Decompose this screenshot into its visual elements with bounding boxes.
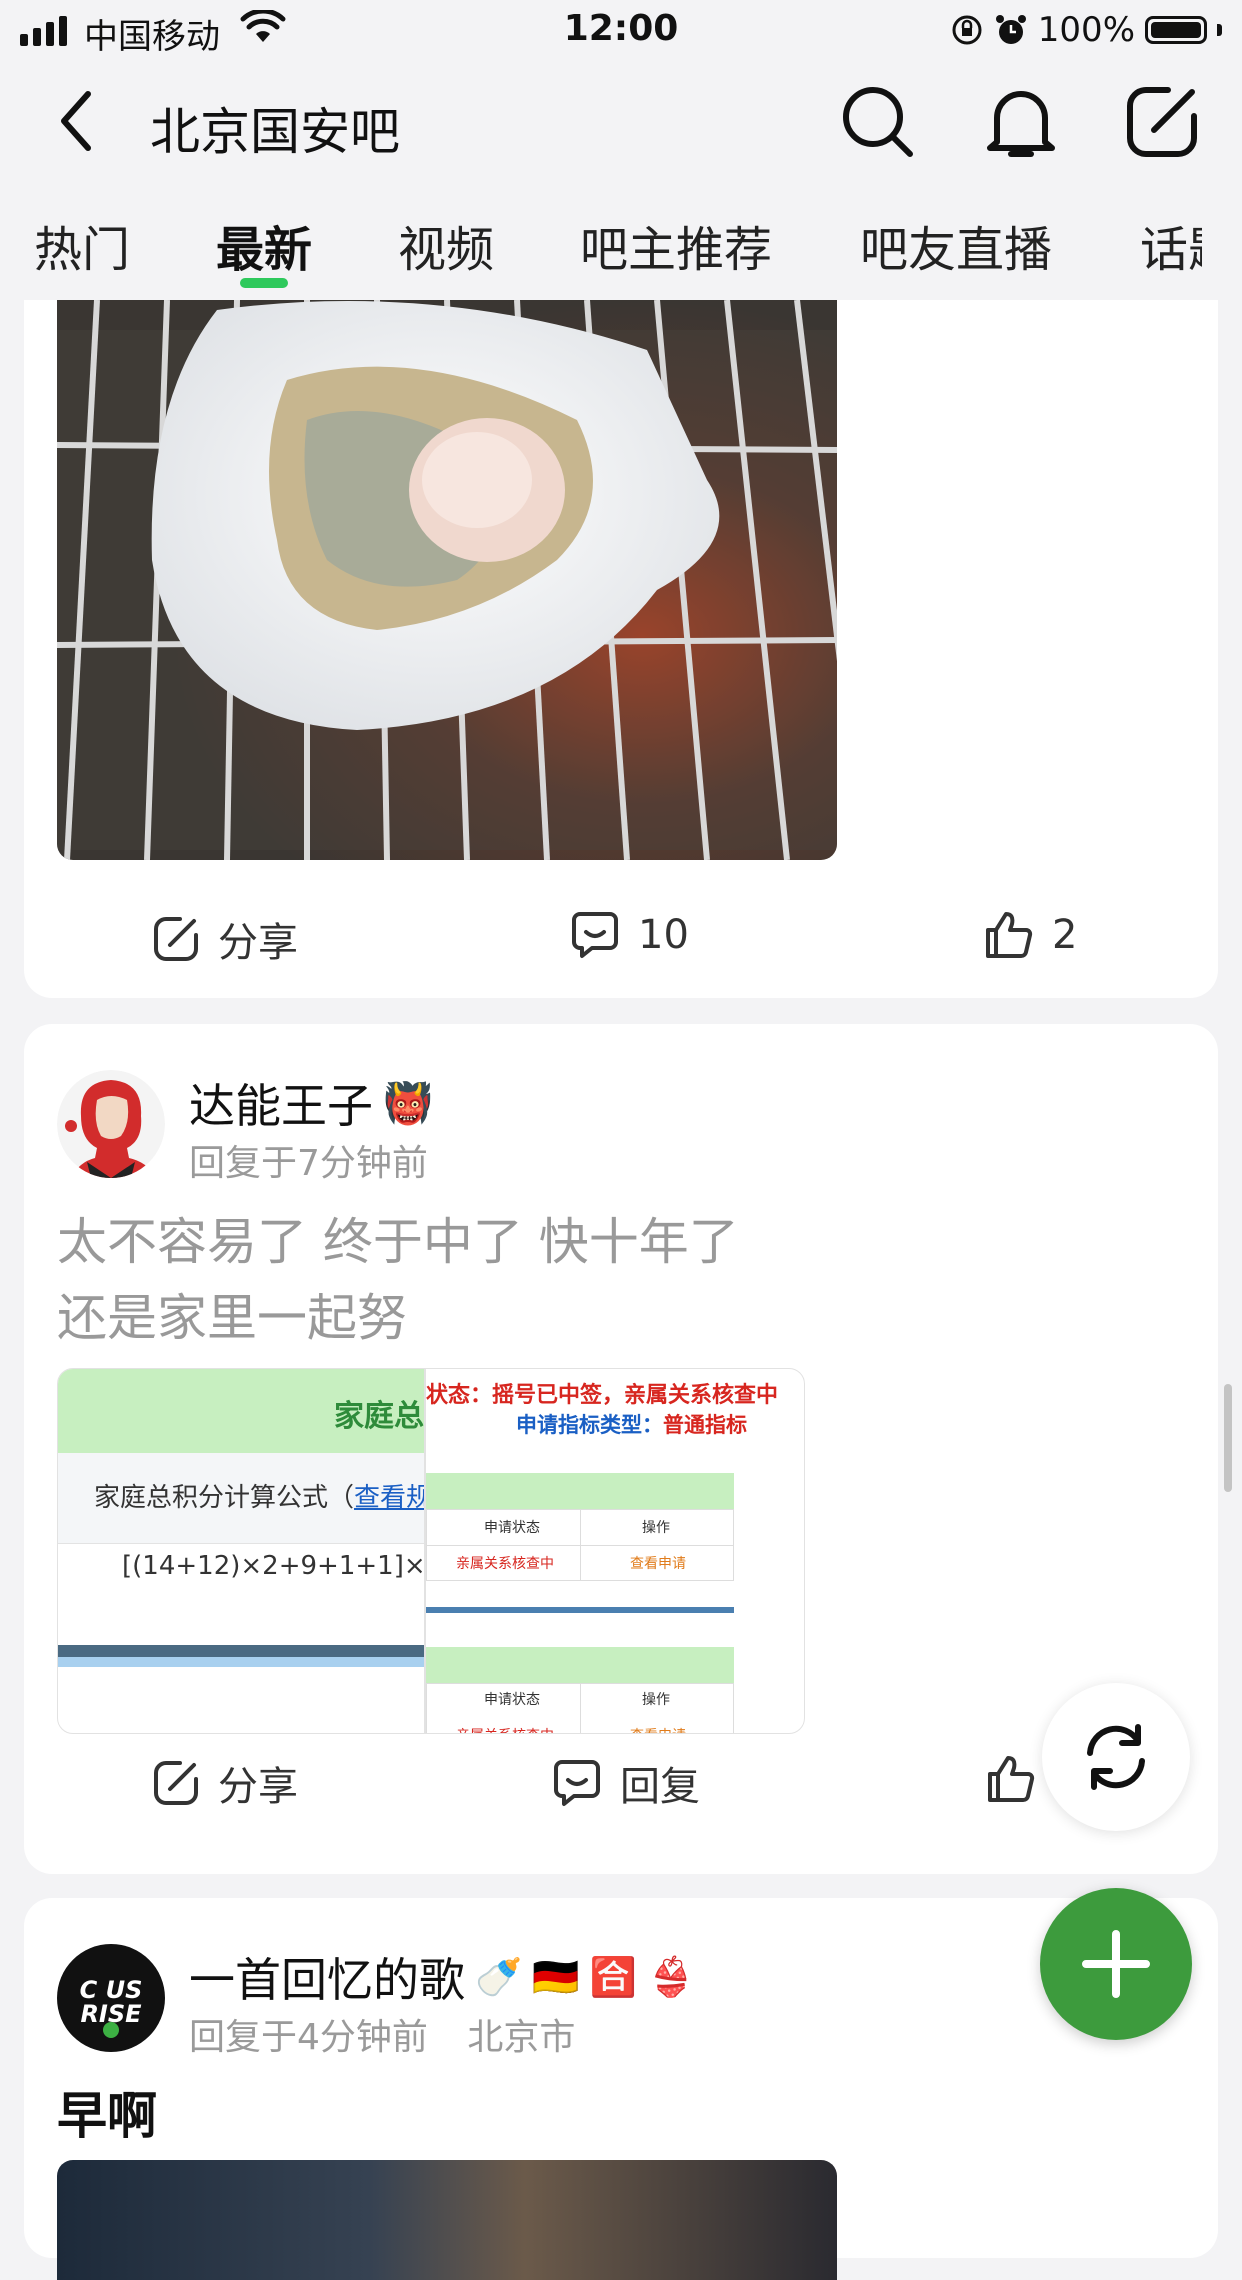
- status-bar: 中国移动 12:00 100%: [0, 0, 1242, 62]
- username-text: 达能王子: [189, 1079, 373, 1133]
- table-col-action: 操作: [642, 1520, 670, 1536]
- status-line: 状态：摇号已中签，亲属关系核查中: [426, 1383, 779, 1408]
- tab-hot[interactable]: 热门: [34, 210, 130, 280]
- post-meta: 回复于4分钟前: [189, 2017, 428, 2058]
- alarm-icon: [995, 15, 1026, 44]
- share-label: 分享: [218, 920, 298, 966]
- refresh-icon: [1087, 1724, 1145, 1790]
- badge-bottle: 🍼: [475, 1954, 523, 1999]
- bell-icon[interactable]: [982, 84, 1060, 164]
- post-card[interactable]: 达能王子 👹 回复于7分钟前 太不容易了 终于中了 快十年了 还是家里一起努 家…: [24, 1024, 1218, 1874]
- tab-topics[interactable]: 话题: [1140, 210, 1202, 280]
- battery-percent: 100%: [1037, 10, 1135, 50]
- post-image-scallop[interactable]: [57, 300, 837, 860]
- like-icon: [988, 1756, 1035, 1802]
- table-row-action: 查看申请: [630, 1556, 686, 1572]
- plus-icon: [1082, 1930, 1150, 1998]
- share-button[interactable]: 分享: [152, 910, 298, 968]
- username[interactable]: 达能王子 👹: [189, 1070, 433, 1136]
- reply-label: 回复: [620, 1764, 700, 1810]
- badge-flag: 🇩🇪: [532, 1954, 580, 1999]
- active-tab-indicator: [240, 278, 288, 288]
- refresh-button[interactable]: [1042, 1683, 1190, 1831]
- scrollbar[interactable]: [1224, 1384, 1232, 1492]
- tab-moderator-picks[interactable]: 吧主推荐: [580, 210, 772, 280]
- new-post-button[interactable]: [1040, 1888, 1192, 2040]
- comment-icon: [554, 1760, 600, 1806]
- post-meta: 回复于7分钟前: [189, 1143, 428, 1184]
- tab-bar: 热门 最新 视频 吧主推荐 吧友直播 话题: [0, 200, 1242, 300]
- share-button[interactable]: 分享: [152, 1754, 298, 1812]
- post-card[interactable]: 分享 10 2: [24, 300, 1218, 998]
- comment-count: 10: [638, 912, 689, 958]
- post-card[interactable]: C US RISE 一首回忆的歌 🍼 🇩🇪 🈴 👙 回复于4分钟前 北京市 早啊: [24, 1898, 1218, 2280]
- post-image-points[interactable]: 家庭总 家庭总积分计算公式（查看规 [(14+12)×2+9+1+1]×3=1: [57, 1368, 425, 1734]
- tab-video[interactable]: 视频: [398, 210, 494, 280]
- comment-button[interactable]: 10: [570, 910, 689, 960]
- image-header: 家庭总: [334, 1399, 424, 1434]
- type-value: 普通指标: [663, 1413, 747, 1437]
- username[interactable]: 一首回忆的歌 🍼 🇩🇪 🈴 👙: [189, 1944, 694, 2010]
- user-badge-emoji: 👹: [383, 1080, 433, 1127]
- badge-red: 🈴: [589, 1954, 637, 1999]
- table-row-status: 亲属关系核查中: [456, 1556, 554, 1572]
- nav-bar: 北京国安吧: [0, 70, 1242, 180]
- formula-link: 查看规: [354, 1483, 424, 1513]
- type-label: 申请指标类型：: [516, 1413, 663, 1437]
- post-text[interactable]: 早啊: [57, 2078, 157, 2154]
- tab-latest[interactable]: 最新: [216, 210, 312, 280]
- formula: [(14+12)×2+9+1+1]×3=1: [122, 1551, 422, 1581]
- search-icon[interactable]: [840, 84, 916, 160]
- page-title: 北京国安吧: [150, 103, 400, 161]
- table-col-status: 申请状态: [484, 1520, 540, 1536]
- like-icon: [986, 912, 1033, 958]
- battery-icon: [1145, 16, 1207, 44]
- share-icon: [154, 917, 198, 961]
- post-image-photo[interactable]: [57, 2160, 837, 2280]
- share-label: 分享: [218, 1764, 298, 1810]
- back-icon[interactable]: [56, 88, 96, 154]
- badge-bikini: 👙: [646, 1954, 695, 1999]
- post-location: 北京市: [467, 2017, 576, 2058]
- avatar-text: C US RISE: [79, 1976, 143, 2028]
- post-image-status[interactable]: 状态：摇号已中签，亲属关系核查中 申请指标类型：普通指标 申请状态 操作 亲属关…: [425, 1368, 805, 1734]
- formula-label: 家庭总积分计算公式（: [94, 1483, 355, 1513]
- tab-live[interactable]: 吧友直播: [860, 210, 1052, 280]
- reply-button[interactable]: 回复: [552, 1754, 700, 1812]
- comment-icon: [572, 912, 618, 958]
- avatar[interactable]: C US RISE: [57, 1944, 165, 2052]
- post-text[interactable]: 太不容易了 终于中了 快十年了 还是家里一起努: [57, 1204, 739, 1356]
- edit-icon[interactable]: [1124, 84, 1200, 160]
- username-text: 一首回忆的歌: [189, 1953, 465, 2007]
- like-button[interactable]: 2: [984, 910, 1077, 960]
- rotation-lock-icon: [952, 15, 982, 45]
- avatar[interactable]: [57, 1070, 165, 1178]
- like-count: 2: [1052, 912, 1078, 958]
- share-icon: [154, 1761, 198, 1805]
